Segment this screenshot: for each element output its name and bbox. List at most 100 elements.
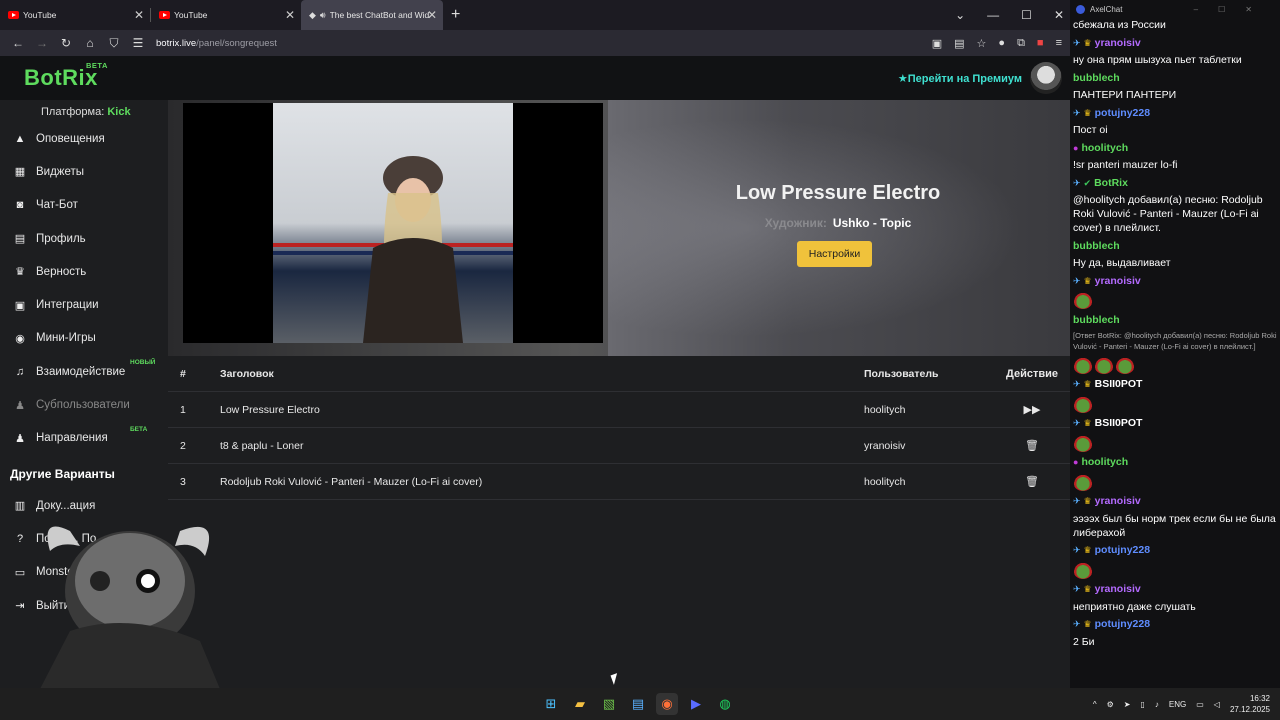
microphone-icon[interactable]: ♪ [1155, 700, 1159, 709]
sidebar-item-label: Профиль [36, 232, 86, 245]
chat-username[interactable]: ● hoolitych [1073, 141, 1128, 155]
platform-value: Kick [107, 106, 131, 118]
close-icon[interactable]: ✕ [285, 8, 295, 22]
chat-username[interactable]: ✈ ✔ BotRix [1073, 176, 1128, 190]
minimize-icon[interactable]: — [987, 8, 999, 22]
sidebar-item-profile[interactable]: ▤ Профиль [0, 222, 165, 255]
video-player[interactable] [183, 103, 603, 343]
chat-username[interactable]: ✈ ♛ potujny228 [1073, 543, 1150, 557]
usb-icon[interactable]: ▯ [1140, 700, 1144, 709]
chat-username[interactable]: ✈ ♛ yranoisiv [1073, 582, 1141, 596]
chat-username[interactable]: bubblech [1073, 71, 1120, 85]
forward-icon[interactable]: → [30, 36, 54, 50]
sidebar-item-chatbot[interactable]: ◙ Чат-Бот [0, 189, 165, 222]
chevron-up-icon[interactable]: ^ [1093, 700, 1097, 709]
settings-button[interactable]: Настройки [797, 241, 872, 267]
star-icon[interactable]: ☆ [977, 37, 987, 50]
chat-username[interactable]: ✈ ♛ potujny228 [1073, 106, 1150, 120]
close-icon[interactable]: ✕ [427, 8, 437, 22]
chat-emote-line [1073, 433, 1277, 452]
account-icon[interactable]: ● [998, 37, 1005, 50]
close-window-icon[interactable]: ✕ [1054, 8, 1064, 22]
home-icon[interactable]: ⌂ [78, 36, 102, 50]
user-group-icon: ♟ [15, 432, 25, 445]
moderator-sword-icon: ✈ [1073, 107, 1081, 118]
tab-botrix[interactable]: ◆ 🔊︎ The best ChatBot and Wid ✕ [301, 0, 443, 30]
sidebar-item-minigames[interactable]: ◉ Мини-Игры [0, 322, 165, 355]
site-info-icon[interactable]: ☰ [126, 36, 150, 50]
sidebar-item-loyalty[interactable]: ♛ Верность [0, 255, 165, 288]
close-icon[interactable]: ✕ [134, 8, 144, 22]
chat-username[interactable]: ● hoolitych [1073, 455, 1128, 469]
tab-youtube-2[interactable]: YouTube ✕ [151, 0, 301, 30]
chat-window-controls[interactable]: –☐✕ [1194, 5, 1272, 14]
notepad-icon[interactable]: ▤ [627, 693, 649, 715]
spotify-icon[interactable]: ◍ [714, 693, 736, 715]
media-player-icon[interactable]: ▶ [685, 693, 707, 715]
chat-username[interactable]: ✈ ♛ yranoisiv [1073, 274, 1141, 288]
other-options-heading: Другие Варианты [10, 466, 115, 481]
sidebar-item-subusers[interactable]: ♟ Субпользователи [0, 388, 165, 421]
url-field[interactable]: botrix.live/panel/songrequest [156, 38, 277, 49]
sidebar-item-directions[interactable]: ♟ Направления БЕТА [0, 422, 165, 455]
maximize-icon[interactable]: ☐ [1021, 8, 1032, 22]
sidebar-item-integrations[interactable]: ▣ Интеграции [0, 288, 165, 321]
shield-icon[interactable]: ⛉ [102, 36, 126, 51]
tab-title: The best ChatBot and Wid [329, 10, 430, 20]
chat-emote-line [1073, 291, 1277, 309]
chat-username-line: bubblech [1073, 239, 1277, 253]
chat-username[interactable]: ✈ ♛ yranoisiv [1073, 494, 1141, 508]
chat-username[interactable]: ✈ ♛ potujny228 [1073, 617, 1150, 631]
chat-message-text: ПАНТЕРИ ПАНТЕРИ [1073, 89, 1177, 101]
sidebar-item-label: Субпользователи [36, 399, 130, 412]
chat-message-text: !sr panteri mauzer lo-fi [1073, 159, 1178, 171]
chat-username-line: ✈ ♛ yranoisiv [1073, 274, 1277, 288]
monitor-icon: ▭ [14, 566, 26, 579]
goat-mascot-overlay [40, 526, 220, 689]
reader-icon[interactable]: ▤ [954, 37, 964, 50]
volume-icon[interactable]: ◁ [1214, 700, 1220, 709]
windows-start-icon[interactable]: ⊞ [540, 693, 562, 715]
screenshot-icon[interactable]: ▣ [932, 37, 942, 50]
clock[interactable]: 16:32 27.12.2025 [1230, 693, 1270, 715]
chat-username-line: ✈ ✔ BotRix [1073, 176, 1277, 190]
language-indicator[interactable]: ENG [1169, 700, 1186, 709]
sidebar-item-alerts[interactable]: ▲ Оповещения [0, 122, 165, 155]
steam-icon[interactable]: ⚙ [1107, 700, 1114, 709]
sidebar-item-label: Направления [36, 432, 108, 445]
now-playing-hero: Low Pressure Electro Художник: Ushko - To… [168, 100, 1070, 356]
file-explorer-icon[interactable]: ▰ [569, 693, 591, 715]
back-icon[interactable]: ← [6, 36, 30, 50]
trash-icon[interactable]: 🗑︎ [994, 439, 1070, 452]
chat-emote-line [1073, 394, 1277, 413]
chat-username[interactable]: ✈ ♛ BSII0POT [1073, 416, 1142, 430]
chat-username[interactable]: ✈ ♛ yranoisiv [1073, 36, 1141, 50]
menu-icon[interactable]: ≡ [1056, 37, 1062, 50]
sidebar-item-widgets[interactable]: ▦ Виджеты [0, 155, 165, 188]
avatar[interactable] [1030, 62, 1062, 94]
botrix-logo[interactable]: BotRix BETA [24, 61, 107, 91]
chevron-down-icon[interactable]: ⌄ [955, 8, 965, 22]
skip-icon[interactable]: ▶▶ [994, 403, 1070, 416]
extensions-icon[interactable]: ⧉ [1017, 37, 1025, 50]
chat-username[interactable]: ✈ ♛ BSII0POT [1073, 377, 1142, 391]
image-app-icon[interactable]: ▧ [598, 693, 620, 715]
reload-icon[interactable]: ↻ [54, 36, 78, 50]
header-action: Действие [1006, 367, 1058, 380]
firefox-icon[interactable]: ◉ [656, 693, 678, 715]
network-icon[interactable]: ▭ [1196, 700, 1204, 709]
new-tab-icon[interactable]: + [451, 6, 460, 24]
trash-icon[interactable]: 🗑︎ [994, 475, 1070, 488]
speaker-icon[interactable]: 🔊︎ [320, 10, 326, 21]
tab-youtube-1[interactable]: YouTube ✕ [0, 0, 150, 30]
chat-username[interactable]: bubblech [1073, 239, 1120, 253]
logout-icon: ⇥ [15, 600, 25, 612]
now-playing-artist: Художник: Ushko - Topic [688, 216, 988, 230]
sidebar-item-label: Интеграции [36, 299, 99, 312]
chat-username[interactable]: bubblech [1073, 313, 1120, 327]
microphone-badge-icon: ● [1073, 142, 1079, 153]
telegram-icon[interactable]: ➤ [1124, 700, 1131, 709]
premium-link[interactable]: ★Перейти на Премиум [898, 72, 1022, 85]
addon-icon[interactable]: ■ [1037, 37, 1044, 50]
sidebar-item-interaction[interactable]: ♫ Взаимодействие НОВЫЙ [0, 355, 165, 388]
